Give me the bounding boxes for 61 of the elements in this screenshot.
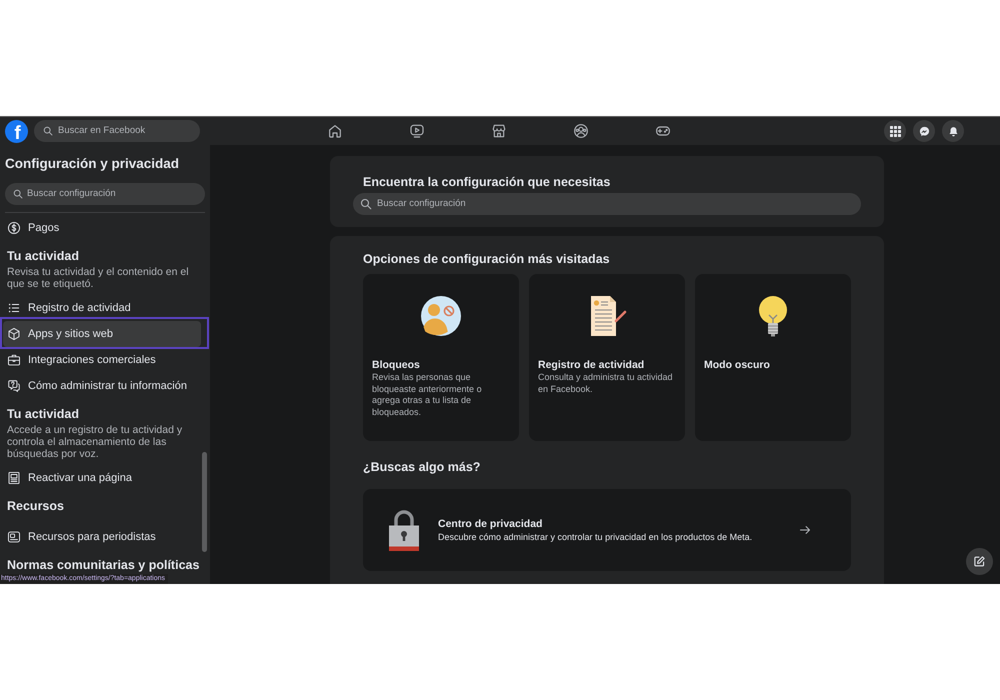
search-icon xyxy=(43,126,53,136)
dollar-circle-icon xyxy=(7,221,21,235)
card-title: Registro de actividad xyxy=(538,358,646,372)
storefront-icon[interactable] xyxy=(491,123,507,139)
home-icon[interactable] xyxy=(327,123,343,139)
sidebar-item[interactable]: Apps y sitios web xyxy=(3,321,201,347)
search-input[interactable]: Buscar configuración xyxy=(377,196,777,212)
card-description: Consulta y administra tu actividad en Facebook. xyxy=(538,372,674,396)
messenger-button[interactable] xyxy=(913,120,935,142)
page-icon xyxy=(7,471,21,485)
blocked-person-icon xyxy=(419,294,463,338)
padlock-icon xyxy=(388,509,420,551)
card-title: Modo oscuro xyxy=(704,358,771,372)
sidebar-item[interactable]: Registro de actividad xyxy=(3,295,201,321)
search-input[interactable]: Buscar configuración xyxy=(27,186,187,202)
question-bubble-icon xyxy=(7,379,21,393)
section-title: Encuentra la configuración que necesitas xyxy=(363,174,612,190)
section-heading: Tu actividad xyxy=(6,406,80,422)
setting-card[interactable]: Modo oscuro xyxy=(695,274,851,441)
bell-icon xyxy=(948,126,958,136)
logo[interactable]: f xyxy=(5,120,28,142)
search-icon xyxy=(360,198,372,210)
list-icon xyxy=(7,301,21,315)
card-description: Descubre cómo administrar y controlar tu privacidad en los productos de Meta. xyxy=(438,531,752,543)
section-heading: Recursos xyxy=(6,498,65,514)
sidebar-item[interactable]: Recursos para periodistas xyxy=(3,524,201,550)
search-field[interactable]: Buscar configuración xyxy=(353,193,861,215)
notifications-button[interactable] xyxy=(942,120,964,142)
sidebar-item[interactable]: Reactivar una página xyxy=(3,465,201,491)
card-title: Centro de privacidad xyxy=(438,517,544,531)
section-description: Revisa tu actividad y el contenido en el que se te etiquetó. xyxy=(6,266,190,292)
setting-card[interactable]: Bloqueos Revisa las personas que bloqueaste anteriormente o agrega otras a tu lista de bloqueados. xyxy=(363,274,519,441)
grid-icon xyxy=(890,126,900,136)
section-title: Opciones de configuración más visitadas xyxy=(363,251,611,267)
sidebar-item[interactable]: Pagos xyxy=(3,215,201,241)
card-title: Bloqueos xyxy=(372,358,421,372)
section-description: Accede a un registro de tu actividad y controla el almacenamiento de las búsquedas por voz. xyxy=(6,424,184,462)
menu-button[interactable] xyxy=(884,120,906,142)
briefcase-icon xyxy=(7,353,21,367)
search-field[interactable]: Buscar en Facebook xyxy=(34,120,200,142)
search-input[interactable]: Buscar en Facebook xyxy=(58,124,188,138)
people-circle-icon[interactable] xyxy=(573,123,589,139)
compose-button[interactable] xyxy=(966,548,993,575)
cube-icon xyxy=(7,327,21,341)
setting-card[interactable]: Registro de actividad Consulta y administra tu actividad en Facebook. xyxy=(529,274,685,441)
search-icon xyxy=(13,189,23,199)
sidebar-item[interactable]: Cómo administrar tu información xyxy=(3,373,201,399)
chat-bubble-icon xyxy=(918,126,930,136)
sidebar-title: Configuración y privacidad xyxy=(4,155,180,173)
video-play-icon[interactable] xyxy=(409,123,425,139)
news-card-icon xyxy=(7,530,21,544)
edit-icon xyxy=(973,555,986,568)
section-heading: Tu actividad xyxy=(6,248,80,264)
section-title: ¿Buscas algo más? xyxy=(363,459,482,475)
section-heading: Normas comunitarias y políticas xyxy=(6,557,200,573)
sidebar-item[interactable]: Integraciones comerciales xyxy=(3,347,201,373)
card-description: Revisa las personas que bloqueaste anteriormente o agrega otras a tu lista de bloqueados. xyxy=(372,372,483,419)
privacy-card[interactable]: Centro de privacidad Descubre cómo administrar y controlar tu privacidad en los productos de Meta. xyxy=(363,489,851,571)
search-field[interactable]: Buscar configuración xyxy=(5,183,205,205)
scrollbar-thumb[interactable] xyxy=(202,452,207,552)
arrow-right-icon xyxy=(799,524,811,536)
